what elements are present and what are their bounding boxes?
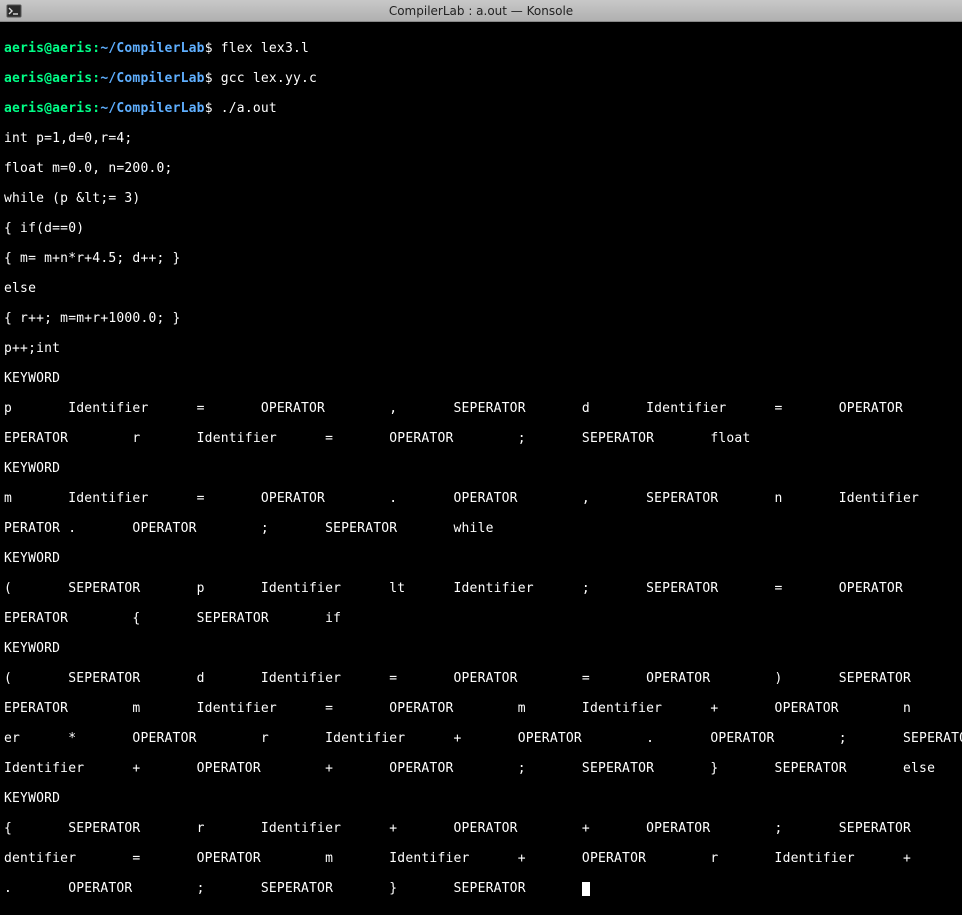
output-line: KEYWORD [4,551,958,566]
output-line: . OPERATOR ; SEPERATOR } SEPERATOR [4,881,958,896]
output-line: KEYWORD [4,461,958,476]
output-line: int p=1,d=0,r=4; [4,131,958,146]
command-2: gcc lex.yy.c [221,71,317,86]
output-line: KEYWORD [4,641,958,656]
prompt-dollar: $ [205,71,213,86]
output-line: ( SEPERATOR d Identifier = OPERATOR = OP… [4,671,958,686]
prompt-user: aeris@aeris [4,101,92,116]
output-line: float m=0.0, n=200.0; [4,161,958,176]
output-line: { m= m+n*r+4.5; d++; } [4,251,958,266]
output-line: else [4,281,958,296]
command-3: ./a.out [221,101,277,116]
cursor [582,882,590,896]
prompt-line-3: aeris@aeris:~/CompilerLab$ ./a.out [4,101,958,116]
window-titlebar: CompilerLab : a.out — Konsole [0,0,962,22]
terminal-area[interactable]: aeris@aeris:~/CompilerLab$ flex lex3.l a… [0,22,962,915]
window-title: CompilerLab : a.out — Konsole [389,4,573,18]
output-line: p Identifier = OPERATOR , SEPERATOR d Id… [4,401,958,416]
prompt-user: aeris@aeris [4,71,92,86]
output-line: { if(d==0) [4,221,958,236]
prompt-line-2: aeris@aeris:~/CompilerLab$ gcc lex.yy.c [4,71,958,86]
terminal-icon [6,3,22,19]
output-line: EPERATOR m Identifier = OPERATOR m Ident… [4,701,958,716]
prompt-dollar: $ [205,101,213,116]
output-text: . OPERATOR ; SEPERATOR } SEPERATOR [4,881,582,896]
output-line: dentifier = OPERATOR m Identifier + OPER… [4,851,958,866]
output-line: Identifier + OPERATOR + OPERATOR ; SEPER… [4,761,958,776]
prompt-path: ~/CompilerLab [100,41,204,56]
output-line: { r++; m=m+r+1000.0; } [4,311,958,326]
output-line: { SEPERATOR r Identifier + OPERATOR + OP… [4,821,958,836]
output-line: KEYWORD [4,371,958,386]
output-line: p++;int [4,341,958,356]
output-line: EPERATOR { SEPERATOR if [4,611,958,626]
prompt-dollar: $ [205,41,213,56]
output-line: m Identifier = OPERATOR . OPERATOR , SEP… [4,491,958,506]
prompt-path: ~/CompilerLab [100,101,204,116]
command-1: flex lex3.l [221,41,309,56]
output-line: KEYWORD [4,791,958,806]
output-line: er * OPERATOR r Identifier + OPERATOR . … [4,731,958,746]
output-line: ( SEPERATOR p Identifier lt Identifier ;… [4,581,958,596]
output-line: PERATOR . OPERATOR ; SEPERATOR while [4,521,958,536]
output-line: while (p &lt;= 3) [4,191,958,206]
prompt-user: aeris@aeris [4,41,92,56]
prompt-path: ~/CompilerLab [100,71,204,86]
prompt-line-1: aeris@aeris:~/CompilerLab$ flex lex3.l [4,41,958,56]
output-line: EPERATOR r Identifier = OPERATOR ; SEPER… [4,431,958,446]
